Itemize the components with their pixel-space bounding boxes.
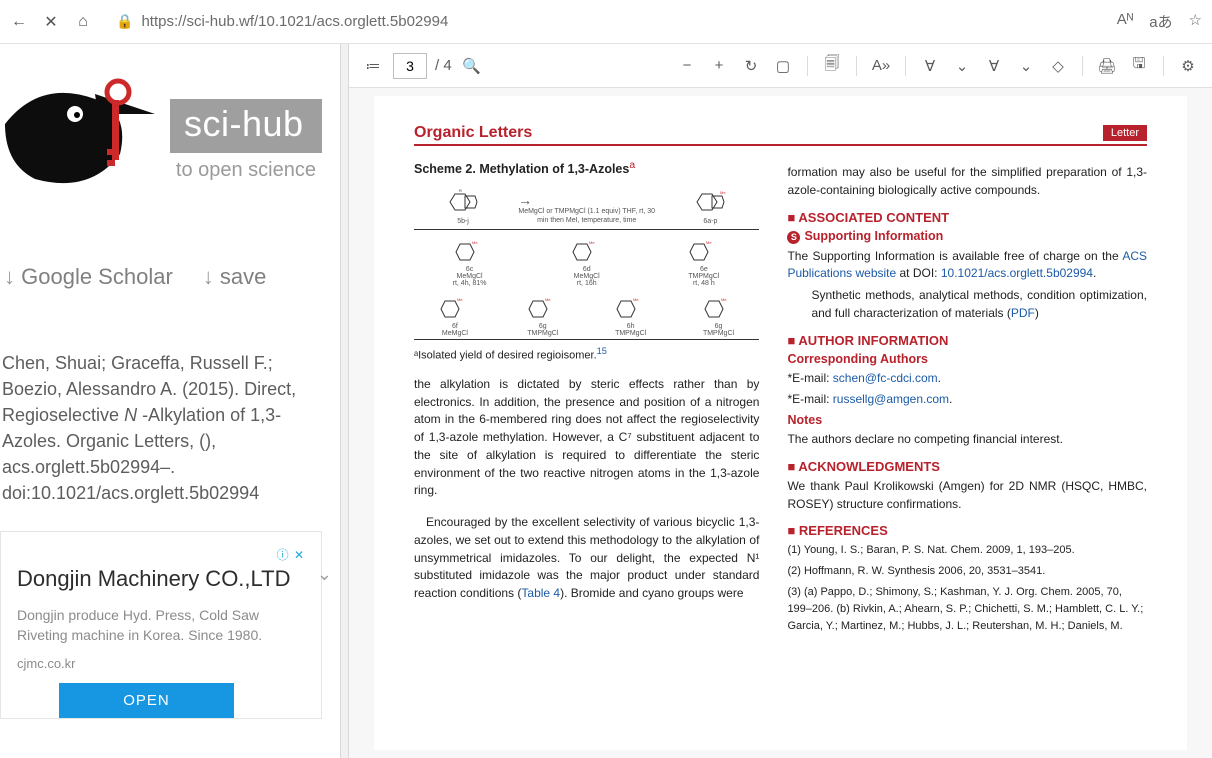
- page-input[interactable]: [393, 53, 427, 79]
- si-text: The Supporting Information is available …: [787, 248, 1147, 284]
- ad-description: Dongjin produce Hyd. Press, Cold Saw Riv…: [17, 605, 305, 646]
- scheme-footnote: ᵃIsolated yield of desired regioisomer.1…: [414, 346, 759, 362]
- subheading: Corresponding Authors: [787, 352, 1147, 366]
- scroll-indicator[interactable]: ⌄: [317, 564, 332, 585]
- find-icon[interactable]: 🔍: [460, 54, 484, 78]
- close-button[interactable]: ✕: [42, 13, 60, 31]
- section-heading: ACKNOWLEDGMENTS: [787, 459, 1147, 474]
- ad-url: cjmc.co.kr: [17, 656, 305, 671]
- address-bar[interactable]: 🔒 https://sci-hub.wf/10.1021/acs.orglett…: [106, 9, 1103, 34]
- browser-toolbar: ← ✕ ⌂ 🔒 https://sci-hub.wf/10.1021/acs.o…: [0, 0, 1212, 44]
- reference-item: (1) Young, I. S.; Baran, P. S. Nat. Chem…: [787, 542, 1147, 559]
- scihub-logo: [0, 44, 170, 214]
- save-icon[interactable]: 🖫: [1127, 54, 1151, 78]
- brand-name: sci-hub: [170, 99, 322, 153]
- erase-icon[interactable]: ◇: [1046, 54, 1070, 78]
- favorite-icon[interactable]: ☆: [1189, 11, 1202, 32]
- svg-text:Me: Me: [721, 297, 727, 302]
- svg-text:Me: Me: [720, 190, 726, 195]
- subheading: SSupporting Information: [787, 229, 1147, 244]
- ad-open-button[interactable]: OPEN: [59, 683, 234, 718]
- splitter[interactable]: [340, 44, 349, 758]
- section-heading: ASSOCIATED CONTENT: [787, 210, 1147, 225]
- svg-text:Me: Me: [706, 240, 712, 245]
- url-text: https://sci-hub.wf/10.1021/acs.orglett.5…: [141, 13, 448, 30]
- svg-text:Me: Me: [633, 297, 639, 302]
- translate-icon[interactable]: aあ: [1149, 11, 1172, 32]
- svg-text:Me: Me: [589, 240, 595, 245]
- settings-icon[interactable]: ⚙: [1176, 54, 1200, 78]
- zoom-out-icon[interactable]: −: [675, 54, 699, 78]
- fit-page-icon[interactable]: ▢: [771, 54, 795, 78]
- chevron-down-icon[interactable]: ⌄: [950, 54, 974, 78]
- draw-icon[interactable]: ∀: [918, 54, 942, 78]
- svg-text:Me: Me: [457, 297, 463, 302]
- pdf-toolbar: ≔ / 4 🔍 − + ↻ ▢ 🗐 A» ∀ ⌄ ∀ ⌄ ◇ 🖨 🖫 ⚙: [349, 44, 1212, 88]
- chevron-down-icon[interactable]: ⌄: [1014, 54, 1038, 78]
- author-email: *E-mail: russellg@amgen.com.: [787, 391, 1147, 409]
- home-button[interactable]: ⌂: [74, 13, 92, 31]
- browser-right-controls: Aᴺ aあ ☆: [1117, 11, 1202, 32]
- back-button[interactable]: ←: [10, 13, 28, 31]
- reference-item: (2) Hoffmann, R. W. Synthesis 2006, 20, …: [787, 563, 1147, 580]
- article-type-badge: Letter: [1103, 125, 1147, 141]
- body-paragraph: formation may also be useful for the sim…: [787, 164, 1147, 200]
- scheme-figure: R5b-j →MeMgCl or TMPMgCl (1.1 equiv) THF…: [414, 182, 759, 340]
- ad-close-icon[interactable]: ⓘ ✕: [17, 546, 305, 563]
- ad-title: Dongjin Machinery CO.,LTD: [17, 565, 305, 594]
- rotate-icon[interactable]: ↻: [739, 54, 763, 78]
- body-paragraph: Encouraged by the excellent selectivity …: [414, 514, 759, 603]
- highlight-icon[interactable]: ∀: [982, 54, 1006, 78]
- subheading: Notes: [787, 413, 1147, 427]
- lock-icon: 🔒: [116, 13, 133, 30]
- pdf-viewer: ≔ / 4 🔍 − + ↻ ▢ 🗐 A» ∀ ⌄ ∀ ⌄ ◇ 🖨 🖫 ⚙: [349, 44, 1212, 758]
- google-scholar-link[interactable]: Google Scholar: [4, 264, 173, 290]
- read-aloud-icon[interactable]: A»: [869, 54, 893, 78]
- svg-text:Me: Me: [472, 240, 478, 245]
- page-view-icon[interactable]: 🗐: [820, 54, 844, 78]
- scihub-sidebar: sci-hub to open science Google Scholar s…: [0, 44, 340, 758]
- contents-icon[interactable]: ≔: [361, 54, 385, 78]
- reference-item: (3) (a) Pappo, D.; Shimony, S.; Kashman,…: [787, 584, 1147, 635]
- section-heading: REFERENCES: [787, 523, 1147, 538]
- page-total: / 4: [435, 57, 452, 74]
- print-icon[interactable]: 🖨: [1095, 54, 1119, 78]
- author-email: *E-mail: schen@fc-cdci.com.: [787, 370, 1147, 388]
- section-heading: AUTHOR INFORMATION: [787, 333, 1147, 348]
- ack-text: We thank Paul Krolikowski (Amgen) for 2D…: [787, 478, 1147, 514]
- zoom-in-icon[interactable]: +: [707, 54, 731, 78]
- save-link[interactable]: save: [203, 264, 267, 290]
- pdf-page: Organic Letters Letter Scheme 2. Methyla…: [374, 96, 1187, 750]
- tagline: to open science: [170, 159, 322, 182]
- advertisement[interactable]: ⓘ ✕ Dongjin Machinery CO.,LTD Dongjin pr…: [0, 531, 322, 719]
- svg-text:Me: Me: [545, 297, 551, 302]
- notes-text: The authors declare no competing financi…: [787, 431, 1147, 449]
- scheme-title: Scheme 2. Methylation of 1,3-Azolesa: [414, 160, 759, 176]
- doi-link[interactable]: 10.1021/acs.orglett.5b02994: [941, 266, 1093, 280]
- svg-text:R: R: [459, 188, 462, 193]
- read-aloud-icon[interactable]: Aᴺ: [1117, 11, 1133, 32]
- journal-name: Organic Letters: [414, 124, 532, 142]
- si-detail: Synthetic methods, analytical methods, c…: [787, 287, 1147, 323]
- citation-text: Chen, Shuai; Graceffa, Russell F.; Boezi…: [0, 350, 322, 507]
- body-paragraph: the alkylation is dictated by steric eff…: [414, 376, 759, 500]
